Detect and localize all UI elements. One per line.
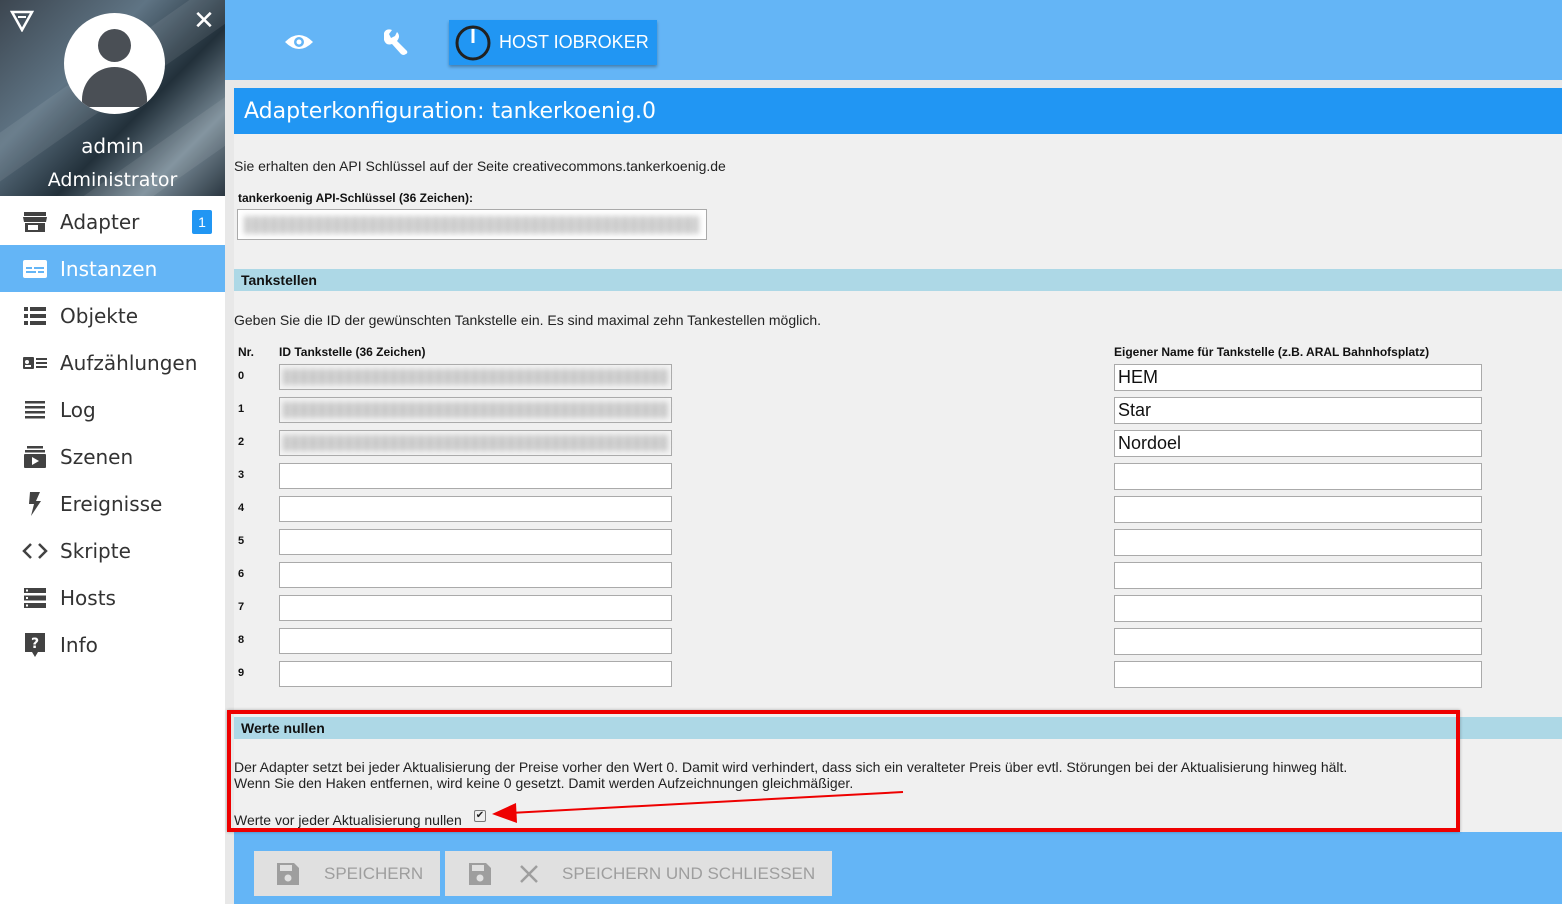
station-id-input[interactable] — [279, 364, 672, 390]
stations-section-header: Tankstellen — [234, 269, 1562, 291]
flash-icon — [22, 491, 48, 517]
station-id-input[interactable] — [279, 562, 672, 588]
bottom-action-bar: SPEICHERN SPEICHERN UND SCHLIESSEN — [234, 832, 1562, 904]
sidebar-item-label: Hosts — [60, 585, 116, 610]
api-hint-text: Sie erhalten den API Schlüssel auf der S… — [234, 158, 726, 174]
close-icon[interactable]: ✕ — [192, 7, 216, 33]
row-number: 9 — [238, 667, 245, 679]
row-number: 1 — [238, 403, 245, 415]
sidebar-item-hosts[interactable]: Hosts — [0, 574, 225, 621]
station-id-input[interactable] — [279, 661, 672, 687]
sidebar-item-label: Instanzen — [60, 256, 158, 281]
eye-icon[interactable] — [277, 20, 321, 64]
sidebar-item-label: Info — [60, 632, 98, 657]
user-name: admin — [81, 134, 144, 158]
section-title: Tankstellen — [241, 272, 317, 288]
sidebar-header: ✕ admin Administrator — [0, 0, 225, 196]
code-icon — [22, 538, 48, 564]
sidebar-item-adapter[interactable]: Adapter 1 — [0, 198, 225, 245]
annotation-arrow-icon — [492, 791, 904, 823]
sidebar-nav: Adapter 1 Instanzen Objekte Aufzählungen — [0, 198, 225, 668]
top-toolbar: HOST IOBROKER — [225, 0, 1562, 80]
sidebar-item-label: Objekte — [60, 303, 139, 328]
log-icon — [22, 397, 48, 423]
sidebar: ✕ admin Administrator Adapter 1 Instanze… — [0, 0, 225, 904]
column-id-header: ID Tankstelle (36 Zeichen) — [279, 345, 426, 359]
station-name-input[interactable]: Star — [1114, 397, 1482, 424]
scenes-icon — [22, 444, 48, 470]
update-count-badge: 1 — [192, 210, 212, 234]
save-close-button-label: SPEICHERN UND SCHLIESSEN — [562, 863, 816, 883]
station-name-input[interactable] — [1114, 496, 1482, 523]
row-number: 4 — [238, 502, 245, 514]
api-key-input[interactable] — [237, 209, 707, 240]
station-id-input[interactable] — [279, 397, 672, 423]
station-name-input[interactable] — [1114, 463, 1482, 490]
sidebar-item-instanzen[interactable]: Instanzen — [0, 245, 225, 292]
sidebar-item-label: Log — [60, 397, 96, 422]
sidebar-item-label: Skripte — [60, 538, 131, 563]
sidebar-item-label: Szenen — [60, 444, 134, 469]
host-label: HOST IOBROKER — [499, 32, 649, 52]
station-id-input[interactable] — [279, 529, 672, 555]
sidebar-item-info[interactable]: ? Info — [0, 621, 225, 668]
sidebar-item-label: Adapter — [60, 209, 140, 234]
station-id-input[interactable] — [279, 430, 672, 456]
station-name-input[interactable] — [1114, 595, 1482, 622]
row-number: 7 — [238, 601, 245, 613]
floppy-disk-icon — [469, 862, 491, 885]
station-name-input[interactable]: HEM — [1114, 364, 1482, 391]
hosts-icon — [22, 585, 48, 611]
station-name-input[interactable] — [1114, 562, 1482, 589]
instances-icon — [22, 256, 48, 282]
iobroker-logo-icon[interactable] — [10, 10, 34, 32]
row-number: 2 — [238, 436, 245, 448]
station-name-input[interactable]: Nordoel — [1114, 430, 1482, 457]
close-icon — [520, 864, 538, 883]
station-name-input[interactable] — [1114, 661, 1482, 688]
enum-icon — [22, 350, 48, 376]
station-id-input[interactable] — [279, 496, 672, 522]
column-name-header: Eigener Name für Tankstelle (z.B. ARAL B… — [1114, 345, 1430, 359]
sidebar-item-objekte[interactable]: Objekte — [0, 292, 225, 339]
column-nr-header: Nr. — [238, 345, 255, 359]
station-name-input[interactable] — [1114, 529, 1482, 556]
row-number: 6 — [238, 568, 245, 580]
api-key-label: tankerkoenig API-Schlüssel (36 Zeichen): — [238, 191, 473, 205]
power-icon — [455, 25, 491, 60]
avatar — [64, 13, 165, 114]
station-name-input[interactable] — [1114, 628, 1482, 655]
sidebar-item-szenen[interactable]: Szenen — [0, 433, 225, 480]
stations-hint-text: Geben Sie die ID der gewünschten Tankste… — [234, 312, 822, 328]
save-button[interactable]: SPEICHERN — [254, 851, 440, 896]
sidebar-item-label: Ereignisse — [60, 491, 163, 516]
sidebar-item-skripte[interactable]: Skripte — [0, 527, 225, 574]
sidebar-item-log[interactable]: Log — [0, 386, 225, 433]
row-number: 8 — [238, 634, 245, 646]
sidebar-item-aufzaehlungen[interactable]: Aufzählungen — [0, 339, 225, 386]
save-button-label: SPEICHERN — [324, 863, 424, 883]
row-number: 3 — [238, 469, 245, 481]
save-close-button[interactable]: SPEICHERN UND SCHLIESSEN — [445, 851, 832, 896]
floppy-disk-icon — [277, 862, 299, 885]
user-role: Administrator — [47, 169, 178, 191]
row-number: 5 — [238, 535, 245, 547]
station-id-input[interactable] — [279, 463, 672, 489]
page-title: Adapterkonfiguration: tankerkoenig.0 — [244, 99, 657, 124]
host-iobroker-button[interactable]: HOST IOBROKER — [449, 20, 657, 65]
row-number: 0 — [238, 370, 245, 382]
svg-text:?: ? — [31, 636, 39, 652]
sidebar-item-label: Aufzählungen — [60, 350, 198, 375]
list-icon — [22, 303, 48, 329]
wrench-icon[interactable] — [373, 20, 417, 64]
page-title-bar: Adapterkonfiguration: tankerkoenig.0 — [234, 88, 1562, 134]
sidebar-item-ereignisse[interactable]: Ereignisse — [0, 480, 225, 527]
help-icon: ? — [22, 632, 48, 658]
station-id-input[interactable] — [279, 628, 672, 654]
store-icon — [22, 209, 48, 235]
station-id-input[interactable] — [279, 595, 672, 621]
